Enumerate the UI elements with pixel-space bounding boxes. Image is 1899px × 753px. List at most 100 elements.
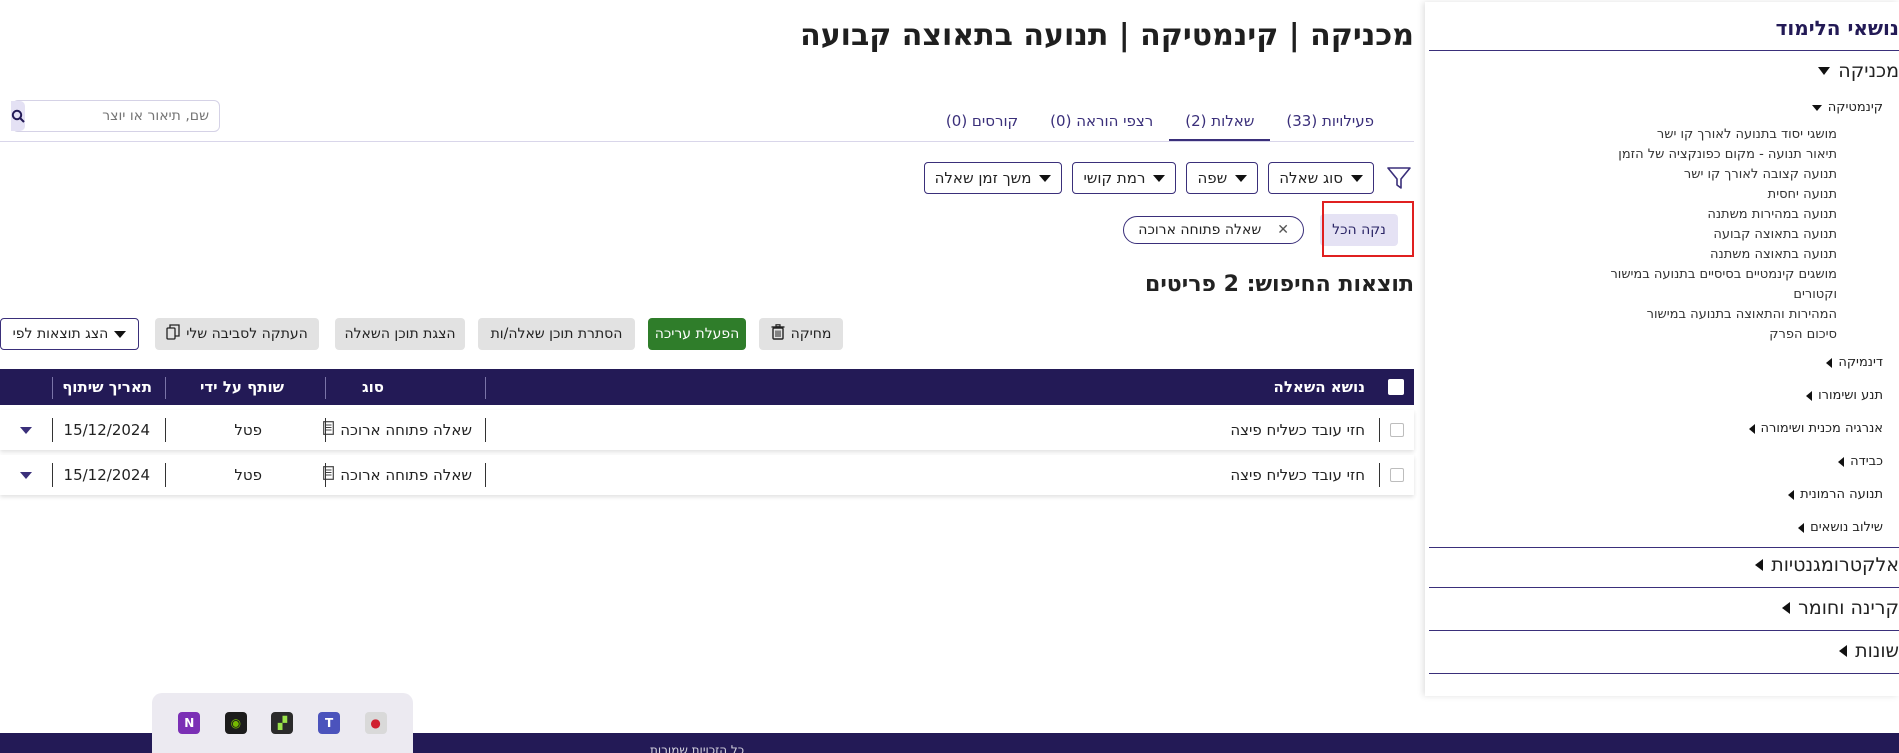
sidebar-topic[interactable]: וקטורים <box>1793 287 1837 302</box>
sort-label: הצג תוצאות לפי <box>12 326 109 342</box>
column-header-date[interactable]: תאריך שיתוף <box>62 369 152 405</box>
cell-divider <box>52 463 53 487</box>
row-checkbox[interactable] <box>1390 468 1404 482</box>
sidebar-item-gravity[interactable]: כבידה <box>1838 454 1883 469</box>
sidebar-topic[interactable]: תנועה בתאוצה משתנה <box>1710 247 1837 262</box>
close-icon[interactable]: ✕ <box>1277 222 1289 238</box>
sidebar-item-label: דינמיקה <box>1838 355 1883 370</box>
sidebar-item-kinematics[interactable]: קינמטיקה <box>1811 100 1883 115</box>
filter-chip[interactable]: שאלה פתוחה ארוכה ✕ <box>1123 216 1304 244</box>
sidebar-topic[interactable]: מושגים קינמטיים בסיסיים בתנועה במישור <box>1610 267 1837 282</box>
results-title: תוצאות החיפוש: 2 פריטים <box>1145 272 1414 297</box>
sidebar-item-label: קינמטיקה <box>1827 100 1883 115</box>
filter-label: שפה <box>1197 169 1228 187</box>
sidebar-topic[interactable]: תנועה קצובה לאורך קו ישר <box>1684 167 1837 182</box>
show-content-button[interactable]: הצגת תוכן השאלה <box>335 318 465 350</box>
sidebar-topic[interactable]: סיכום הפרק <box>1769 327 1837 342</box>
sidebar-topic[interactable]: תנועה במהירות משתנה <box>1707 207 1837 222</box>
select-all-checkbox[interactable] <box>1388 379 1404 395</box>
cell-divider <box>1379 418 1380 442</box>
table-row[interactable]: חזי עובד כשליח פיצה שאלה פתוחה ארוכה פטל… <box>0 455 1414 495</box>
search-icon[interactable] <box>11 101 25 131</box>
annotation-highlight-box <box>1322 201 1414 257</box>
cell-divider <box>485 418 486 442</box>
filter-duration[interactable]: משך זמן שאלה <box>923 162 1063 194</box>
cell-date: 15/12/2024 <box>63 421 150 439</box>
copy-to-my-environment-button[interactable]: העתקה לסביבה שלי <box>155 318 319 350</box>
tabs-divider <box>0 141 1414 142</box>
cell-divider <box>325 463 326 487</box>
chevron-down-icon <box>1351 174 1363 182</box>
tabs: פעילויות (33) שאלות (2) רצפי הוראה (0) ק… <box>930 104 1390 142</box>
onenote-icon[interactable]: N <box>178 712 201 734</box>
sort-by-dropdown[interactable]: הצג תוצאות לפי <box>0 318 139 350</box>
sidebar-item-label: אנרגיה מכנית ושימורה <box>1760 421 1883 436</box>
filter-question-type[interactable]: סוג שאלה <box>1268 162 1374 194</box>
search-box[interactable] <box>11 100 220 132</box>
tab-activities[interactable]: פעילויות (33) <box>1270 104 1390 142</box>
filter-language[interactable]: שפה <box>1186 162 1259 194</box>
sidebar-item-harmonic-motion[interactable]: תנועה הרמונית <box>1788 487 1883 502</box>
terminal-icon[interactable]: ▞ <box>271 712 294 734</box>
main-content: מכניקה | קינמטיקה | תנועה בתאוצה קבועה פ… <box>0 0 1414 733</box>
column-divider <box>165 377 166 399</box>
table-header: נושא השאלה סוג שותף על ידי תאריך שיתוף <box>0 369 1414 405</box>
nvidia-icon[interactable]: ◉ <box>224 712 247 734</box>
trash-icon <box>771 324 785 344</box>
filter-label: רמת קושי <box>1083 169 1146 187</box>
sidebar-item-radiation-matter[interactable]: קרינה וחומר <box>1782 597 1899 619</box>
expand-row-icon[interactable] <box>20 472 32 479</box>
cell-subject[interactable]: חזי עובד כשליח פיצה <box>1230 410 1365 450</box>
action-bar: מחיקה הפעלת עריכה הסתרת תוכן שאלה/ות הצג… <box>0 318 1414 350</box>
sidebar-topic[interactable]: תנועה יחסית <box>1768 187 1837 202</box>
column-divider <box>485 377 486 399</box>
cell-type: שאלה פתוחה ארוכה <box>323 410 472 450</box>
delete-button[interactable]: מחיקה <box>759 318 843 350</box>
type-label: שאלה פתוחה ארוכה <box>340 421 472 439</box>
column-divider <box>52 377 53 399</box>
sidebar-item-electromagnetism[interactable]: אלקטרומגנטיות <box>1755 554 1899 576</box>
type-label: שאלה פתוחה ארוכה <box>340 466 472 484</box>
cell-subject[interactable]: חזי עובד כשליח פיצה <box>1230 455 1365 495</box>
sidebar-item-energy[interactable]: אנרגיה מכנית ושימורה <box>1748 421 1883 436</box>
sidebar-topic[interactable]: מושגי יסוד בתנועה לאורך קו ישר <box>1657 127 1837 142</box>
sidebar-item-label: מכניקה <box>1838 60 1899 82</box>
column-header-shared-by[interactable]: שותף על ידי <box>200 369 284 405</box>
sidebar-topic[interactable]: תיאור תנועה - מקום כפונקציה של הזמן <box>1618 147 1837 162</box>
sidebar-title: נושאי הלימוד <box>1775 16 1899 40</box>
sidebar-divider <box>1429 50 1899 51</box>
tab-teaching-sequences[interactable]: רצפי הוראה (0) <box>1034 104 1169 142</box>
sidebar-item-misc[interactable]: שונות <box>1839 640 1899 662</box>
column-header-subject[interactable]: נושא השאלה <box>1274 369 1365 405</box>
cell-date: 15/12/2024 <box>63 466 150 484</box>
sidebar-item-combined-topics[interactable]: שילוב נושאים <box>1798 520 1883 535</box>
sidebar-topic[interactable]: המהירות והתאוצה בתנועה במישור <box>1647 307 1837 322</box>
copy-icon <box>166 324 180 344</box>
sidebar-item-label: תנועה הרמונית <box>1800 487 1883 502</box>
table-row[interactable]: חזי עובד כשליח פיצה שאלה פתוחה ארוכה פטל… <box>0 410 1414 450</box>
sidebar-item-label: קרינה וחומר <box>1798 597 1899 619</box>
tab-questions[interactable]: שאלות (2) <box>1169 104 1271 142</box>
expand-row-icon[interactable] <box>20 427 32 434</box>
cell-shared-by: פטל <box>234 466 262 484</box>
chevron-left-icon <box>1826 357 1833 368</box>
hide-content-button[interactable]: הסתרת תוכן שאלה/ות <box>478 318 635 350</box>
sidebar-item-momentum[interactable]: תנע ושימורו <box>1806 388 1883 403</box>
teams-icon[interactable]: T <box>318 712 341 734</box>
search-input[interactable] <box>25 101 219 131</box>
enable-edit-button[interactable]: הפעלת עריכה <box>648 318 746 350</box>
sidebar-topic[interactable]: תנועה בתאוצה קבועה <box>1713 227 1837 242</box>
cell-shared-by: פטל <box>234 421 262 439</box>
chevron-down-icon <box>1818 67 1831 75</box>
sidebar-item-dynamics[interactable]: דינמיקה <box>1826 355 1883 370</box>
filter-icon[interactable] <box>1384 163 1414 193</box>
tab-courses[interactable]: קורסים (0) <box>930 104 1034 142</box>
row-checkbox[interactable] <box>1390 423 1404 437</box>
recorder-icon[interactable]: ● <box>364 712 387 734</box>
column-header-type[interactable]: סוג <box>362 369 384 405</box>
sidebar-item-label: אלקטרומגנטיות <box>1771 554 1899 576</box>
chevron-left-icon <box>1806 390 1813 401</box>
chevron-left-icon <box>1755 559 1764 571</box>
sidebar-item-mechanics[interactable]: מכניקה <box>1818 60 1899 82</box>
filter-difficulty[interactable]: רמת קושי <box>1072 162 1177 194</box>
